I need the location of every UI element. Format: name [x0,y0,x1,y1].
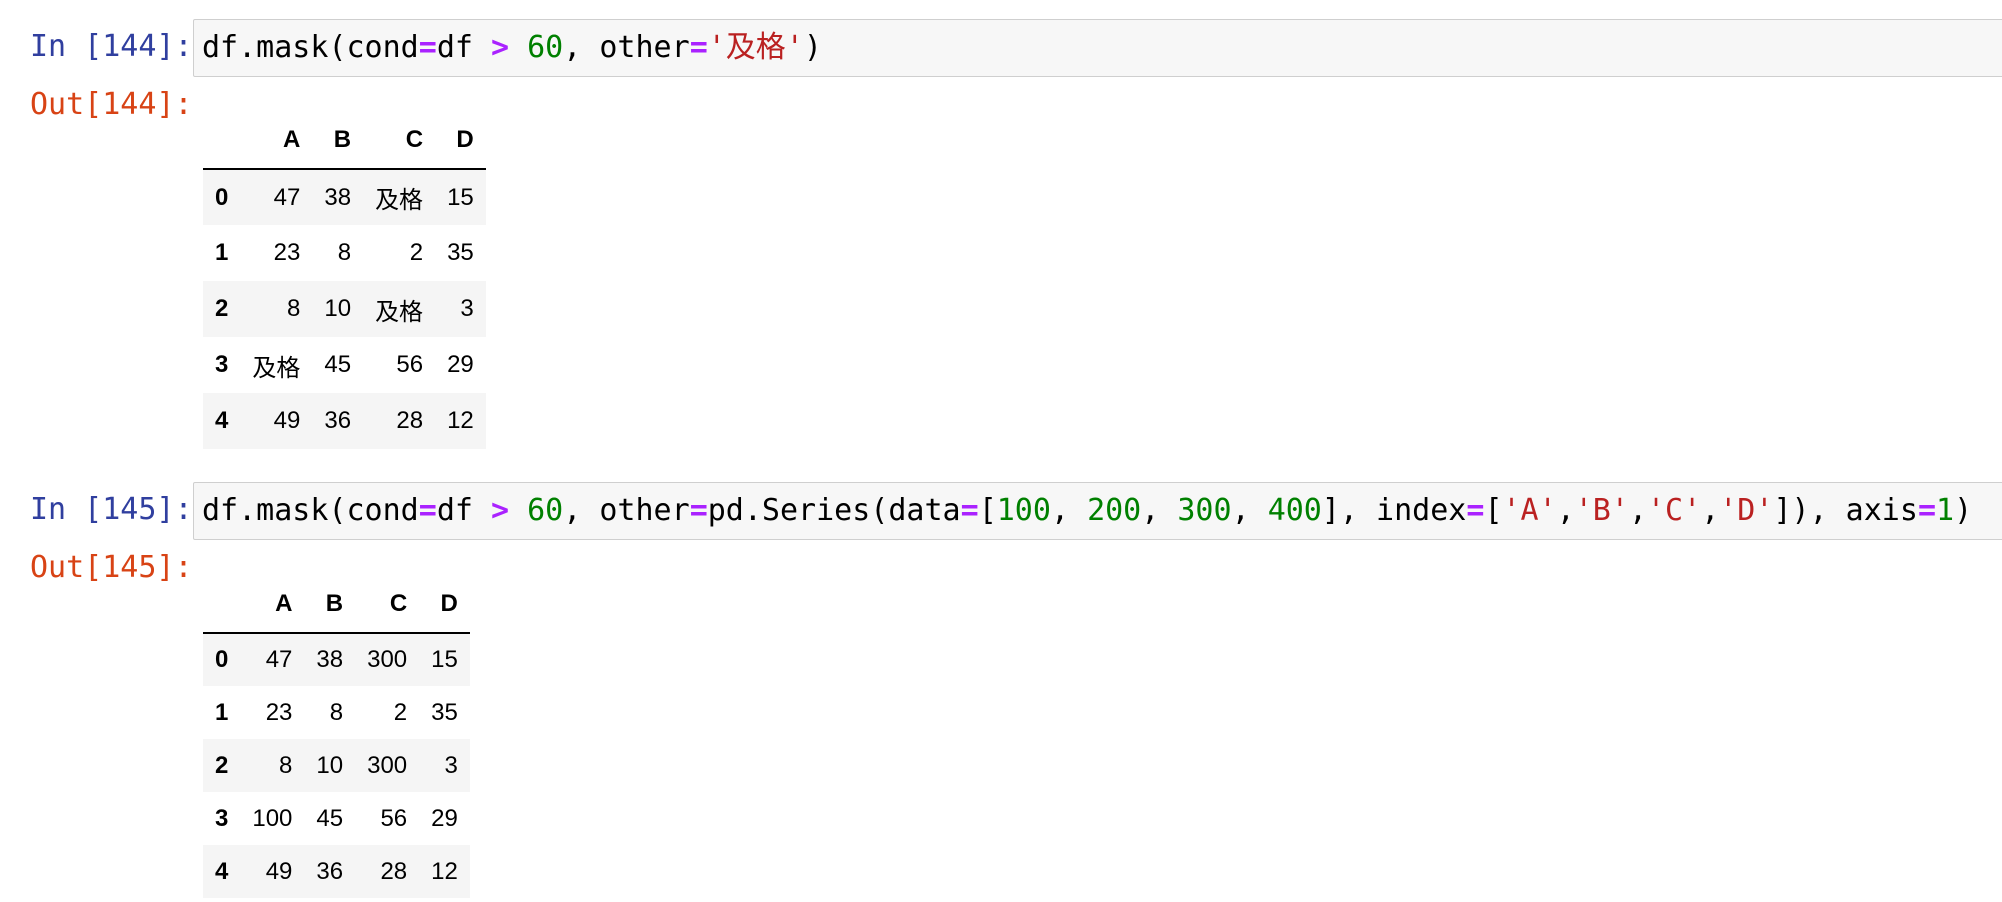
table-cell: 12 [431,857,458,885]
table-cell: 29 [447,351,474,378]
table-row: 3 100 45 56 29 [203,792,470,845]
table-row: 0 47 38 及格 15 [203,169,486,225]
dataframe-output-table: A B C D 0 47 38 及格 15 1 23 8 2 35 2 8 10… [203,112,486,449]
table-cell: 36 [324,407,352,434]
table-row: 0 47 38 300 15 [203,633,470,686]
row-index: 0 [215,183,229,211]
table-row: 2 8 10 及格 3 [203,281,486,337]
table-cell: 12 [447,407,474,434]
index-header [203,112,241,170]
table-header-row: A B C D [203,576,470,634]
column-header: B [312,112,364,170]
table-cell: 300 [367,751,408,779]
table-cell: 28 [380,857,408,885]
table-cell: 47 [273,183,301,211]
column-header: C [355,576,420,634]
table-cell: 15 [431,646,458,673]
table-cell: 35 [447,239,474,266]
code-text: df.mask(cond=df > 60, other=pd.Series(da… [202,493,1973,528]
table-cell: 49 [265,857,293,885]
table-row: 4 49 36 28 12 [203,393,486,449]
row-index: 0 [215,646,229,673]
table-cell: 10 [324,295,352,322]
table-cell: 8 [287,295,301,322]
column-header: A [240,576,305,634]
row-index: 4 [215,407,229,434]
table-cell: 2 [409,239,424,266]
table-cell: 35 [431,698,458,726]
column-header: A [240,112,313,170]
input-prompt: In [145]: [30,492,193,527]
table-cell: 38 [316,646,344,673]
table-cell: 49 [273,407,301,434]
table-cell: 28 [396,407,424,434]
table-cell: 2 [393,698,408,726]
code-input-area[interactable]: df.mask(cond=df > 60, other=pd.Series(da… [193,482,2002,540]
row-index: 1 [215,698,229,726]
table-cell: 23 [273,239,301,266]
table-header-row: A B C D [203,112,486,170]
table-cell: 8 [279,751,293,779]
output-prompt: Out[144]: [30,87,193,122]
table-row: 1 23 8 2 35 [203,686,470,739]
table-cell: 45 [316,804,344,832]
code-input-area[interactable]: df.mask(cond=df > 60, other='及格') [193,19,2002,77]
table-cell: 29 [431,804,458,832]
output-prompt: Out[145]: [30,550,193,585]
table-cell: 及格 [375,298,424,326]
row-index: 3 [215,351,229,378]
table-row: 3 及格 45 56 29 [203,337,486,393]
column-header: B [304,576,356,634]
table-cell: 10 [316,751,344,779]
table-cell: 15 [447,183,474,211]
table-cell: 8 [329,698,344,726]
table-cell: 45 [324,351,352,378]
table-cell: 3 [460,295,474,322]
row-index: 4 [215,857,229,885]
table-cell: 100 [252,804,293,832]
table-cell: 23 [265,698,293,726]
table-cell: 47 [265,646,293,673]
table-cell: 56 [396,351,424,378]
table-cell: 及格 [252,354,301,382]
column-header: D [435,112,486,170]
table-cell: 3 [444,751,458,779]
dataframe-output-table: A B C D 0 47 38 300 15 1 23 8 2 35 2 8 1… [203,576,470,898]
column-header: C [363,112,436,170]
row-index: 2 [215,751,229,779]
row-index: 3 [215,804,229,832]
table-row: 1 23 8 2 35 [203,225,486,281]
table-cell: 及格 [375,187,424,214]
table-cell: 8 [337,239,352,266]
row-index: 1 [215,239,229,266]
index-header [203,576,241,634]
row-index: 2 [215,295,229,322]
column-header: D [419,576,470,634]
table-row: 4 49 36 28 12 [203,845,470,898]
table-cell: 56 [380,804,408,832]
input-prompt: In [144]: [30,29,193,64]
table-row: 2 8 10 300 3 [203,739,470,792]
code-text: df.mask(cond=df > 60, other='及格') [202,30,822,65]
table-cell: 38 [324,183,352,211]
table-cell: 300 [367,646,408,673]
table-cell: 36 [316,857,344,885]
